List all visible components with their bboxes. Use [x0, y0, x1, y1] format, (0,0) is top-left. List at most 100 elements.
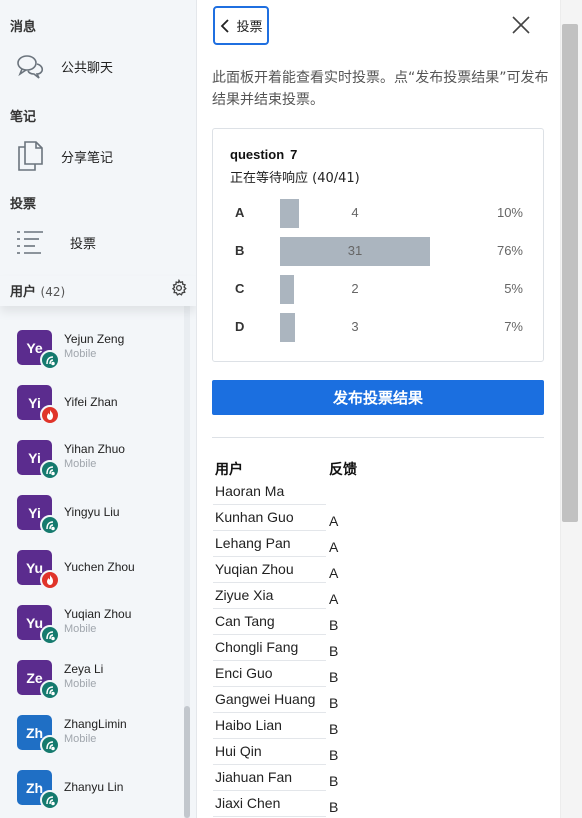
- user-list-item[interactable]: [0, 306, 184, 321]
- option-count: 31: [347, 243, 363, 258]
- panel-description: 此面板开着能查看实时投票。点“发布投票结果”可发布结果并结束投票。: [212, 70, 549, 108]
- user-list-scroll-thumb[interactable]: [184, 706, 190, 818]
- shared-notes-label: 分享笔记: [61, 150, 114, 166]
- notes-section-title: 笔记: [10, 110, 37, 125]
- users-title: 用户 (42): [10, 281, 65, 300]
- mobile-client-icon: [40, 460, 60, 480]
- option-percent: 7%: [504, 319, 523, 334]
- publish-poll-button[interactable]: 发布投票结果: [212, 380, 544, 415]
- shared-notes-item[interactable]: 分享笔记: [0, 134, 196, 178]
- response-answer: B: [329, 721, 339, 737]
- user-list-item[interactable]: Zh Zhanyu Lin: [0, 770, 184, 818]
- response-answer: B: [329, 643, 339, 659]
- question-number: 7: [290, 147, 298, 162]
- user-list-item[interactable]: Yi Yihan Zhuo Mobile: [0, 440, 184, 495]
- user-name: Yihan Zhuo: [64, 442, 125, 456]
- response-row: Jiahuan Fan B: [213, 764, 513, 791]
- mobile-client-icon: [40, 680, 60, 700]
- users-header: 用户 (42): [0, 276, 196, 306]
- option-percent: 5%: [504, 281, 523, 296]
- divider: [212, 437, 544, 438]
- public-chat-item[interactable]: 公共聊天: [0, 44, 196, 88]
- response-user: Kunhan Guo: [215, 509, 294, 525]
- option-percent: 76%: [496, 243, 523, 258]
- response-row: Lehang Pan A: [213, 530, 513, 557]
- user-name: Yuqian Zhou: [64, 607, 132, 621]
- response-row: Gangwei Huang B: [213, 686, 513, 713]
- user-device-label: Mobile: [64, 733, 97, 745]
- response-answer: B: [329, 773, 339, 789]
- response-row: Chongli Fang B: [213, 634, 513, 661]
- response-answer: B: [329, 799, 339, 815]
- user-column-header: 用户: [215, 462, 243, 478]
- list-icon: [14, 226, 46, 258]
- poll-option-row: A 4 10%: [213, 199, 545, 229]
- user-name: Zeya Li: [64, 662, 104, 676]
- mobile-client-icon: [40, 350, 60, 370]
- response-answer: B: [329, 669, 339, 685]
- question-title: question 7: [230, 147, 297, 162]
- response-answer: A: [329, 513, 339, 529]
- user-device-label: Mobile: [64, 678, 97, 690]
- response-answer: B: [329, 747, 339, 763]
- app-root: 消息 公共聊天 笔记 分享笔记 投票 投票 用户 (42) Ye Yejun Z…: [0, 0, 582, 818]
- user-name: Yifei Zhan: [64, 395, 118, 409]
- user-name: ZhangLimin: [64, 717, 127, 731]
- back-button-label: 投票: [236, 20, 263, 35]
- response-user: Lehang Pan: [215, 535, 291, 551]
- user-device-label: Mobile: [64, 458, 97, 470]
- user-list-item[interactable]: Yi Yifei Zhan: [0, 385, 184, 440]
- gear-icon[interactable]: [170, 278, 188, 297]
- mobile-client-icon: [40, 735, 60, 755]
- user-list-item[interactable]: Zh ZhangLimin Mobile: [0, 715, 184, 770]
- response-user: Hui Qin: [215, 743, 262, 759]
- polling-item[interactable]: 投票: [0, 220, 196, 264]
- users-title-text: 用户: [10, 285, 37, 300]
- row-divider: [213, 816, 326, 817]
- user-name: Yingyu Liu: [64, 505, 120, 519]
- back-button[interactable]: 投票: [213, 6, 269, 45]
- response-row: Kunhan Guo A: [213, 504, 513, 531]
- close-icon[interactable]: [510, 14, 532, 36]
- option-key: A: [235, 205, 245, 220]
- response-user: Jiaxi Chen: [215, 795, 281, 811]
- response-row: Enci Guo B: [213, 660, 513, 687]
- document-copy-icon: [14, 140, 46, 172]
- user-list-item[interactable]: Ze Zeya Li Mobile: [0, 660, 184, 715]
- response-answer: A: [329, 565, 339, 581]
- user-list-item[interactable]: Yi Yingyu Liu: [0, 495, 184, 550]
- user-list: Ye Yejun Zeng Mobile Yi Yifei Zhan Yi Yihan Zh…: [0, 306, 184, 818]
- response-answer: A: [329, 539, 339, 555]
- user-list-item[interactable]: Ye Yejun Zeng Mobile: [0, 330, 184, 385]
- mobile-client-icon: [40, 790, 60, 810]
- web-client-icon: [40, 570, 60, 590]
- response-answer: B: [329, 617, 339, 633]
- user-list-item[interactable]: Yu Yuqian Zhou Mobile: [0, 605, 184, 660]
- mobile-client-icon: [40, 625, 60, 645]
- answer-column-header: 反馈: [329, 462, 357, 478]
- question-label: question: [230, 147, 285, 162]
- response-row: Ziyue Xia A: [213, 582, 513, 609]
- response-row: Jiaxi Chen B: [213, 790, 513, 817]
- polling-label: 投票: [70, 236, 97, 252]
- web-client-icon: [40, 405, 60, 425]
- response-user: Haoran Ma: [215, 483, 285, 499]
- messages-section-title: 消息: [10, 20, 37, 35]
- mobile-client-icon: [40, 515, 60, 535]
- chevron-left-icon: [219, 18, 233, 33]
- option-count: 4: [351, 205, 359, 220]
- poll-status: 正在等待响应 (40/41): [230, 171, 360, 186]
- poll-panel: 投票 此面板开着能查看实时投票。点“发布投票结果”可发布结果并结束投票。 que…: [196, 0, 582, 818]
- response-row: Yuqian Zhou A: [213, 556, 513, 583]
- response-row: Can Tang B: [213, 608, 513, 635]
- user-list-item[interactable]: Yu Yuchen Zhou: [0, 550, 184, 605]
- response-answer: B: [329, 695, 339, 711]
- panel-scroll-thumb[interactable]: [562, 24, 578, 522]
- poll-result-card: question 7 正在等待响应 (40/41) A 4 10% B 31 76% C 2 5%…: [212, 128, 544, 362]
- chat-bubbles-icon: [14, 50, 46, 82]
- option-count: 2: [351, 281, 359, 296]
- option-percent: 10%: [496, 205, 523, 220]
- user-device-label: Mobile: [64, 348, 97, 360]
- response-user: Chongli Fang: [215, 639, 299, 655]
- user-device-label: Mobile: [64, 623, 97, 635]
